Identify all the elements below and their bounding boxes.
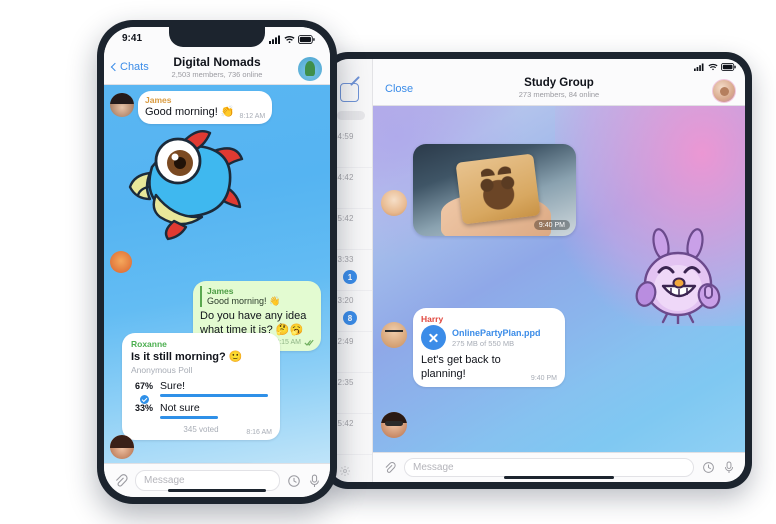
poll-option-label: Sure!	[160, 380, 186, 392]
screenshot-stage: 14:59 14:42 15:42 13:33 1 13:20 8 12:49 …	[0, 0, 776, 524]
message-input[interactable]: Message	[404, 458, 694, 477]
poll-option[interactable]: 67% Sure!	[131, 380, 271, 404]
poll-kind: Anonymous Poll	[131, 365, 193, 375]
wifi-icon	[708, 63, 718, 71]
avatar[interactable]	[110, 435, 134, 459]
back-button-label: Chats	[120, 61, 149, 73]
message-timestamp: 8:12 AM	[239, 112, 266, 120]
tablet-device: 14:59 14:42 15:42 13:33 1 13:20 8 12:49 …	[322, 52, 752, 489]
wifi-icon	[284, 35, 295, 44]
avatar[interactable]	[298, 57, 322, 81]
read-receipt-icon	[304, 339, 314, 346]
timer-icon[interactable]	[287, 474, 301, 488]
paperclip-icon[interactable]	[113, 473, 128, 488]
message-input-placeholder: Message	[413, 462, 454, 473]
poll-percent: 33%	[134, 403, 153, 413]
home-indicator	[504, 476, 614, 479]
phone-chat-header: Chats Digital Nomads 2,503 members, 736 …	[104, 53, 330, 85]
avatar[interactable]	[381, 322, 407, 348]
message-bubble[interactable]: James Good morning! 👏 8:12 AM	[138, 91, 273, 124]
sender-name: James	[145, 95, 172, 105]
fish-sticker[interactable]	[122, 121, 252, 241]
chevron-left-icon	[110, 62, 120, 72]
sender-name: Harry	[421, 314, 444, 324]
settings-icon[interactable]	[339, 464, 351, 476]
timer-icon[interactable]	[702, 461, 715, 474]
signal-icon	[269, 35, 281, 44]
reply-quote[interactable]: James Good morning! 👋	[200, 286, 314, 307]
tablet-screen: 14:59 14:42 15:42 13:33 1 13:20 8 12:49 …	[329, 59, 745, 482]
poll-option[interactable]: 33% Not sure	[131, 402, 271, 419]
status-clock: 9:41	[122, 33, 143, 44]
paperclip-icon[interactable]	[383, 461, 396, 474]
page-title: Study Group	[524, 77, 594, 89]
message-bubble[interactable]: Harry OnlinePartyPlan.ppd 275 MB of 550 …	[413, 308, 565, 387]
bunny-thumbsup-sticker[interactable]	[629, 228, 729, 326]
avatar[interactable]	[110, 251, 132, 273]
message-input-placeholder: Message	[144, 475, 185, 486]
message-text: Good morning! 👏	[145, 106, 235, 118]
poll-percent: 67%	[134, 381, 153, 391]
battery-icon	[298, 35, 315, 44]
avatar[interactable]	[110, 93, 134, 117]
avatar[interactable]	[381, 190, 407, 216]
member-count: 273 members, 84 online	[518, 90, 600, 99]
home-indicator	[168, 488, 266, 492]
tablet-message-area[interactable]: 9:40 PM Harry OnlinePartyPlan.ppd 275 MB…	[373, 106, 745, 452]
reply-quote-name: James	[207, 286, 234, 296]
message-bubble-photo[interactable]: 9:40 PM	[413, 144, 576, 236]
toast-shape	[455, 153, 541, 225]
microphone-icon[interactable]	[308, 474, 321, 488]
file-icon	[421, 325, 446, 350]
file-attachment[interactable]: OnlinePartyPlan.ppd 275 MB of 550 MB	[421, 325, 557, 350]
phone-message-area[interactable]: James Good morning! 👏 8:12 AM James Good…	[104, 85, 330, 463]
message-timestamp: 9:40 PM	[530, 374, 557, 382]
unread-badge: 8	[343, 311, 357, 325]
search-input[interactable]	[337, 111, 365, 120]
compose-icon[interactable]	[340, 83, 359, 102]
avatar[interactable]	[712, 79, 736, 103]
battery-icon	[721, 63, 736, 71]
microphone-icon[interactable]	[723, 461, 735, 474]
message-text: Let's get back to planning!	[421, 354, 501, 380]
avatar[interactable]	[381, 412, 407, 438]
message-bubble-poll[interactable]: Roxanne Is it still morning? 🙂 Anonymous…	[122, 333, 280, 440]
unread-badge: 1	[343, 270, 357, 284]
message-timestamp: 8:16 AM	[246, 429, 272, 436]
tablet-conversation-pane: Close Study Group 273 members, 84 online	[373, 59, 745, 482]
back-button[interactable]: Chats	[110, 61, 149, 73]
phone-device: 9:41 Chats Digital Nomads 2,503 members,…	[97, 20, 337, 504]
poll-option-label: Not sure	[160, 402, 200, 414]
phone-screen: 9:41 Chats Digital Nomads 2,503 members,…	[104, 27, 330, 497]
sender-name: Roxanne	[131, 339, 167, 349]
toast-photo[interactable]: 9:40 PM	[413, 144, 576, 236]
message-timestamp: 9:40 PM	[533, 220, 570, 230]
poll-question: Is it still morning? 🙂	[131, 351, 243, 363]
signal-icon	[694, 63, 705, 71]
poll-bar	[160, 394, 268, 397]
file-size: 275 MB of 550 MB	[452, 338, 515, 348]
close-button[interactable]: Close	[385, 83, 413, 95]
reply-quote-text: Good morning! 👋	[207, 296, 281, 306]
tablet-chat-header: Close Study Group 273 members, 84 online	[373, 76, 745, 106]
file-name[interactable]: OnlinePartyPlan.ppd	[452, 328, 541, 338]
tablet-status-bar	[373, 59, 745, 76]
poll-bar	[160, 416, 218, 419]
notch	[169, 27, 265, 47]
